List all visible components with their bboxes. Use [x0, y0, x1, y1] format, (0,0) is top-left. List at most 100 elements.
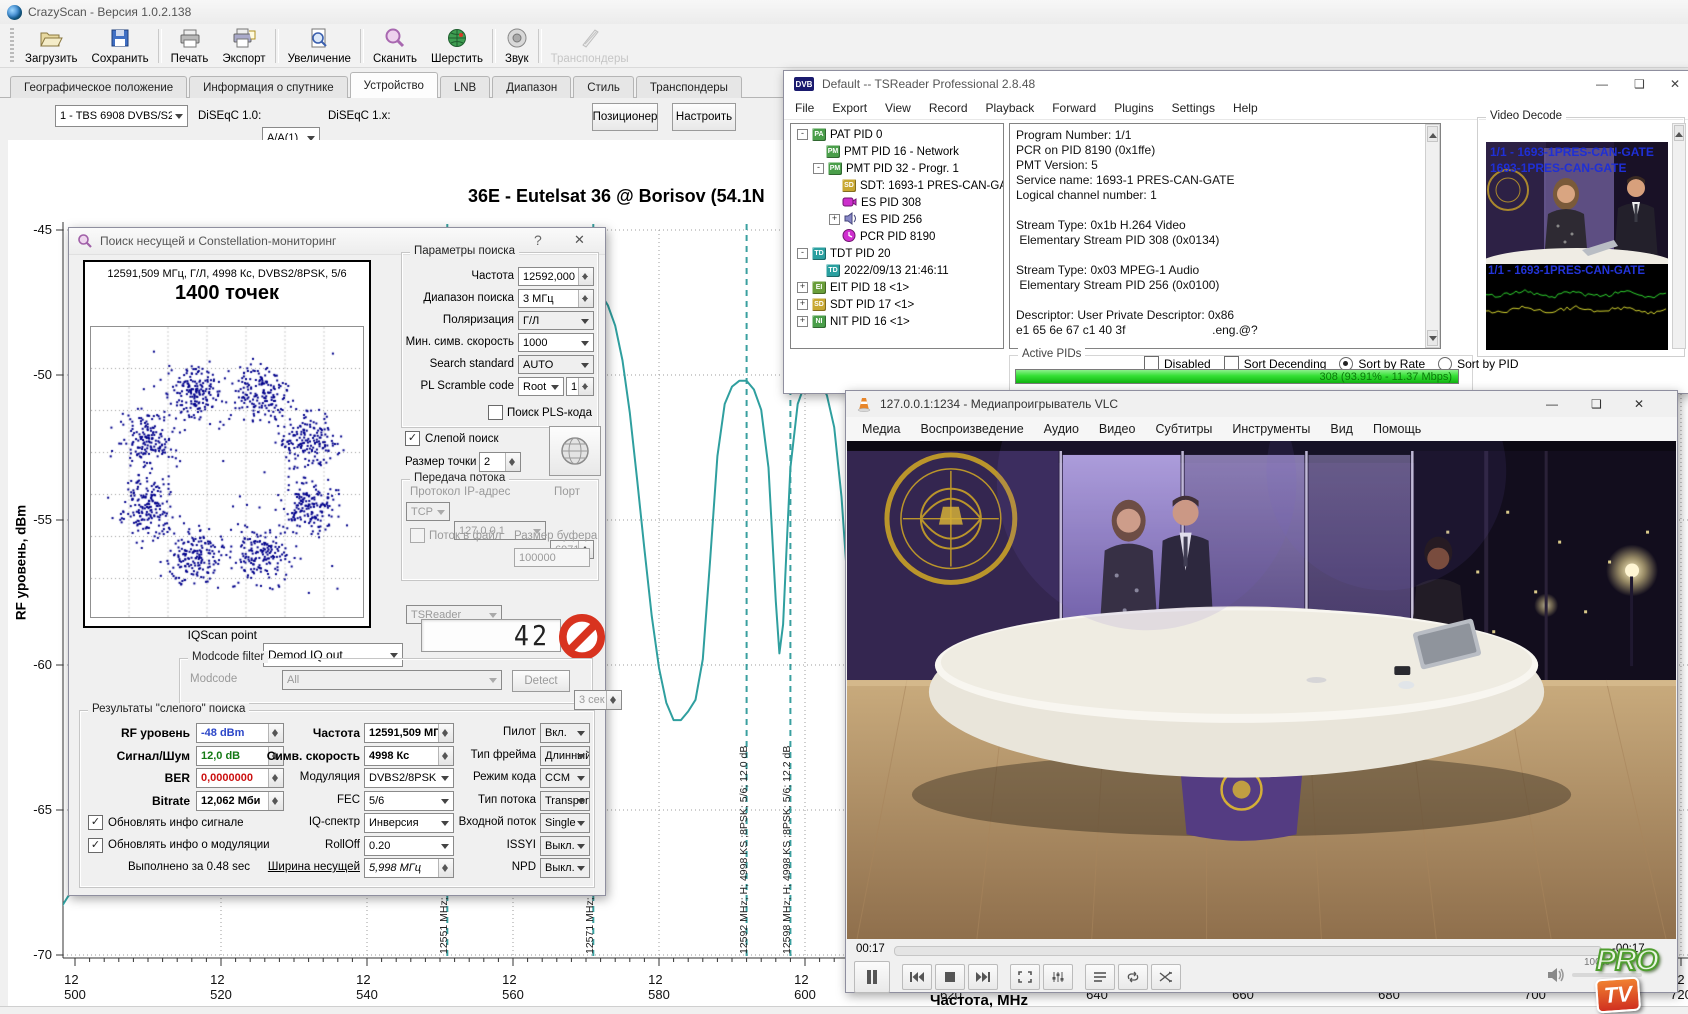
- result-right-combo[interactable]: Вкл.: [540, 723, 590, 743]
- vlc-close-button[interactable]: ✕: [1634, 397, 1644, 411]
- vlc-menu-item[interactable]: Помощь: [1363, 418, 1431, 440]
- tsreader-menu-view[interactable]: View: [876, 98, 920, 118]
- dialog-help-button[interactable]: ?: [534, 232, 542, 248]
- scroll-up-arrow[interactable]: [1427, 126, 1438, 142]
- tree-item[interactable]: -PMPMT PID 32 - Progr. 1: [793, 160, 1003, 177]
- result-mid-field[interactable]: 4998 Кс: [364, 746, 454, 766]
- vlc-menu-item[interactable]: Воспроизведение: [910, 418, 1033, 440]
- web-button[interactable]: [549, 426, 601, 476]
- volume-icon[interactable]: [1546, 967, 1566, 983]
- tsreader-maximize-button[interactable]: ❑: [1634, 77, 1645, 91]
- spin-arrows[interactable]: [438, 747, 453, 765]
- tsreader-menu-help[interactable]: Help: [1224, 98, 1267, 118]
- protocol-select[interactable]: TCP: [406, 502, 450, 521]
- stop-button[interactable]: [935, 964, 965, 990]
- spin-arrows[interactable]: [578, 290, 593, 307]
- tree-item[interactable]: TD2022/09/13 21:46:11: [793, 262, 1003, 279]
- info-scrollbar[interactable]: [1425, 124, 1440, 348]
- vlc-seek-bar[interactable]: [894, 946, 1602, 956]
- crazyscan-titlebar[interactable]: CrazyScan - Версия 1.0.2.138: [0, 0, 1688, 24]
- collapse-icon[interactable]: -: [797, 248, 808, 259]
- toolbar-button-printer[interactable]: Печать: [164, 24, 216, 68]
- vlc-titlebar[interactable]: 127.0.0.1:1234 - Медиапроигрыватель VLC …: [846, 391, 1677, 417]
- tsreader-menu-file[interactable]: File: [786, 98, 823, 118]
- toolbar-button-globe-scan[interactable]: Шерстить: [424, 24, 490, 68]
- tsreader-titlebar[interactable]: DVB Default -- TSReader Professional 2.8…: [784, 71, 1688, 97]
- vlc-menu-item[interactable]: Субтитры: [1145, 418, 1222, 440]
- tsreader-menu-export[interactable]: Export: [823, 98, 876, 118]
- tsreader-menu-playback[interactable]: Playback: [977, 98, 1044, 118]
- expand-icon[interactable]: +: [797, 316, 808, 327]
- expand-icon[interactable]: +: [829, 214, 840, 225]
- expand-icon[interactable]: +: [797, 299, 808, 310]
- result-right-combo[interactable]: Выкл.: [540, 836, 590, 856]
- toolbar-button-zoom-document[interactable]: Увеличение: [281, 24, 358, 68]
- toolbar-button-export-printer[interactable]: Экспорт: [215, 24, 272, 68]
- vlc-menu-item[interactable]: Медиа: [852, 418, 910, 440]
- spin-arrows[interactable]: [438, 724, 453, 742]
- result-mid-label[interactable]: Ширина несущей: [240, 861, 360, 873]
- collapse-icon[interactable]: -: [797, 129, 808, 140]
- toolbar-button-floppy[interactable]: Сохранить: [85, 24, 156, 68]
- result-mid-field[interactable]: 5,998 МГц: [364, 858, 454, 878]
- vlc-video-area[interactable]: [847, 441, 1676, 939]
- playlist-button[interactable]: [1085, 964, 1115, 990]
- tab-7[interactable]: Транспондеры: [636, 76, 742, 100]
- update-checkbox[interactable]: ✓: [88, 815, 103, 830]
- pause-button[interactable]: [854, 961, 890, 993]
- update-checkbox[interactable]: ✓: [88, 838, 103, 853]
- loop-button[interactable]: [1118, 964, 1148, 990]
- tree-item[interactable]: PCR PID 8190: [793, 228, 1003, 245]
- tab-3[interactable]: Устройство: [350, 72, 438, 98]
- vlc-menu-item[interactable]: Аудио: [1034, 418, 1089, 440]
- tsreader-close-button[interactable]: ✕: [1670, 77, 1680, 91]
- buffer-field[interactable]: 100000: [514, 548, 590, 567]
- result-mid-combo[interactable]: 0.20: [364, 836, 454, 856]
- result-right-combo[interactable]: Single: [540, 813, 590, 833]
- extended-settings-button[interactable]: [1043, 964, 1073, 990]
- stop-icon[interactable]: [559, 614, 605, 660]
- param-spin[interactable]: 1: [566, 377, 594, 396]
- result-mid-combo[interactable]: DVBS2/8PSK: [364, 768, 454, 788]
- dialog-close-button[interactable]: ✕: [574, 232, 585, 248]
- random-button[interactable]: [1151, 964, 1181, 990]
- blind-search-checkbox[interactable]: ✓: [405, 431, 420, 446]
- toolbar-button-open-folder[interactable]: Загрузить: [18, 24, 85, 68]
- constellation-canvas[interactable]: [90, 326, 364, 618]
- tsreader-menu-record[interactable]: Record: [920, 98, 977, 118]
- stream-to-file-checkbox[interactable]: [410, 528, 425, 543]
- result-mid-field[interactable]: 12591,509 МГ: [364, 723, 454, 743]
- param-spin[interactable]: 12592,000 МГц: [518, 267, 594, 286]
- param-combo[interactable]: AUTO: [518, 355, 594, 374]
- tsreader-minimize-button[interactable]: —: [1596, 77, 1608, 91]
- tuner-select[interactable]: 1 - TBS 6908 DVBS/S2 Tuner 1: [55, 105, 188, 127]
- next-button[interactable]: [968, 964, 998, 990]
- tree-item[interactable]: SDSDT: 1693-1 PRES-CAN-GATE: [793, 177, 1003, 194]
- decode-scrollbar[interactable]: [1672, 123, 1686, 349]
- tsreader-menu-settings[interactable]: Settings: [1163, 98, 1224, 118]
- param-combo[interactable]: 1000: [518, 333, 594, 352]
- decode-scroll-up[interactable]: [1674, 125, 1684, 141]
- tree-item[interactable]: +ES PID 256: [793, 211, 1003, 228]
- tab-4[interactable]: LNB: [440, 76, 490, 100]
- vlc-maximize-button[interactable]: ❑: [1591, 397, 1602, 411]
- tree-item[interactable]: PMPMT PID 16 - Network: [793, 143, 1003, 160]
- pls-search-checkbox[interactable]: [488, 405, 503, 420]
- param-spin[interactable]: 3 МГц: [518, 289, 594, 308]
- vlc-menu-item[interactable]: Вид: [1320, 418, 1363, 440]
- result-right-combo[interactable]: Длинный: [540, 746, 590, 766]
- tsreader-menu-forward[interactable]: Forward: [1043, 98, 1105, 118]
- spin-arrows[interactable]: [578, 378, 593, 395]
- spin-arrows[interactable]: [578, 268, 593, 285]
- result-mid-combo[interactable]: 5/6: [364, 791, 454, 811]
- vlc-menu-item[interactable]: Инструменты: [1222, 418, 1320, 440]
- dot-size-spinner[interactable]: 2: [479, 452, 521, 472]
- positioner-button[interactable]: Позиционер: [592, 103, 658, 131]
- dialog-titlebar[interactable]: Поиск несущей и Constellation-мониторинг…: [69, 228, 605, 255]
- tab-5[interactable]: Диапазон: [492, 76, 571, 100]
- fullscreen-button[interactable]: [1010, 964, 1040, 990]
- tree-item[interactable]: +NINIT PID 16 <1>: [793, 313, 1003, 330]
- tree-item[interactable]: -PAPAT PID 0: [793, 126, 1003, 143]
- tree-item[interactable]: ES PID 308: [793, 194, 1003, 211]
- setup-button[interactable]: Настроить: [672, 103, 736, 131]
